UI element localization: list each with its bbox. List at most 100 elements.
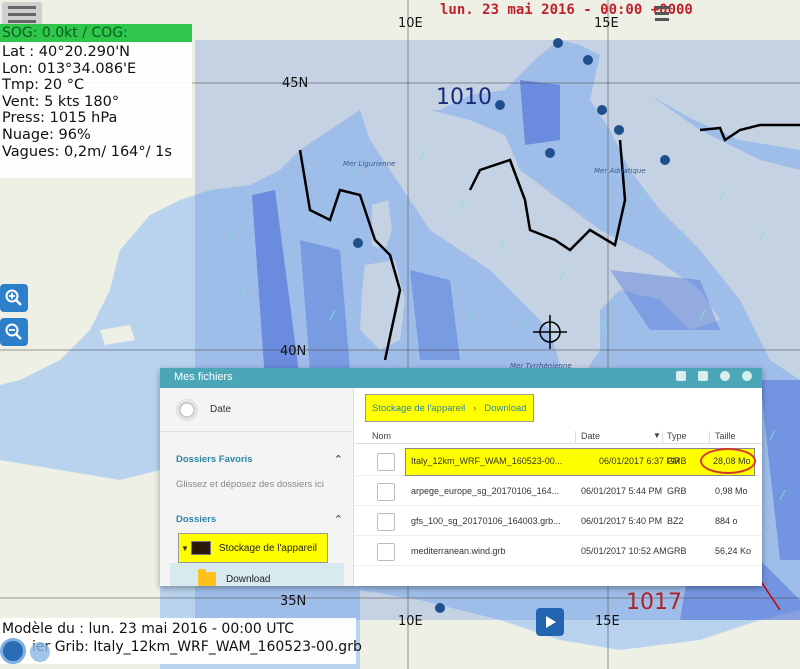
model-info-panel: Modèle du : lun. 23 mai 2016 - 00:00 UTC… bbox=[0, 618, 362, 664]
grib-filename: ier Grib: Italy_12km_WRF_WAM_160523-00.g… bbox=[32, 639, 362, 655]
breadcrumb-current[interactable]: Download bbox=[484, 403, 526, 414]
column-name[interactable]: Nom bbox=[372, 431, 391, 441]
file-name: gfs_100_sg_20170106_164003.grb... bbox=[411, 516, 561, 526]
view-grid-icon[interactable] bbox=[676, 371, 686, 381]
file-size: 884 o bbox=[715, 516, 738, 526]
sort-icon[interactable] bbox=[698, 371, 708, 381]
favorites-title: Dossiers Favoris bbox=[176, 454, 253, 465]
secondary-locate-icon bbox=[30, 642, 50, 662]
file-list-pane: Stockage de l'appareil › Download Nom Da… bbox=[355, 388, 762, 586]
lat-label-40: 40N bbox=[280, 344, 307, 359]
station-marker[interactable] bbox=[495, 100, 505, 110]
station-marker[interactable] bbox=[553, 38, 563, 48]
sidebar-date-label: Date bbox=[210, 404, 232, 415]
sort-down-icon: ▼ bbox=[653, 431, 661, 440]
folders-title: Dossiers bbox=[176, 514, 217, 525]
gps-locate-button[interactable] bbox=[0, 638, 26, 664]
temperature-readout: Tmp: 20 °C bbox=[2, 77, 85, 94]
sog-cog-text: SOG: 0.0kt / COG: bbox=[2, 25, 128, 41]
sea-label: Mer Ligurienne bbox=[343, 160, 396, 168]
station-marker[interactable] bbox=[660, 155, 670, 165]
folders-section[interactable]: Dossiers ⌃ bbox=[160, 513, 353, 526]
file-name: arpege_europe_sg_20170106_164... bbox=[411, 486, 560, 496]
station-marker[interactable] bbox=[545, 148, 555, 158]
station-marker[interactable] bbox=[614, 125, 624, 135]
pressure-label: 1017 bbox=[626, 590, 682, 615]
file-manager-sidebar: Date Dossiers Favoris ⌃ Glissez et dépos… bbox=[160, 388, 354, 586]
search-icon[interactable] bbox=[742, 371, 752, 381]
file-row[interactable]: mediterranean.wind.grb 05/01/2017 10:52 … bbox=[355, 536, 762, 566]
station-marker[interactable] bbox=[583, 55, 593, 65]
settings-icon[interactable] bbox=[720, 371, 730, 381]
lon-label-15-bottom: 15E bbox=[595, 614, 620, 629]
sidebar-item-device-storage[interactable]: ▼ Stockage de l'appareil bbox=[178, 533, 328, 563]
row-checkbox[interactable] bbox=[377, 543, 395, 561]
pressure-readout: Press: 1015 hPa bbox=[2, 110, 118, 127]
station-marker[interactable] bbox=[353, 238, 363, 248]
file-size: 56,24 Ko bbox=[715, 546, 752, 556]
lat-readout: Lat : 40°20.290'N bbox=[2, 44, 131, 60]
zoom-out-icon bbox=[5, 323, 22, 340]
model-date: Modèle du : lun. 23 mai 2016 - 00:00 UTC bbox=[2, 621, 294, 637]
column-type[interactable]: Type bbox=[667, 431, 687, 441]
play-icon bbox=[546, 616, 556, 628]
file-type: BZ2 bbox=[667, 516, 684, 526]
station-marker[interactable] bbox=[435, 603, 445, 613]
row-checkbox[interactable] bbox=[377, 513, 395, 531]
favorites-section[interactable]: Dossiers Favoris ⌃ bbox=[160, 453, 353, 466]
file-date: 05/01/2017 10:52 AM bbox=[581, 546, 667, 556]
waves-readout: Vagues: 0,2m/ 164°/ 1s bbox=[2, 143, 172, 160]
file-row[interactable]: gfs_100_sg_20170106_164003.grb... 06/01/… bbox=[355, 506, 762, 536]
lat-label-45: 45N bbox=[282, 76, 309, 91]
row-checkbox[interactable] bbox=[377, 453, 395, 471]
column-date[interactable]: Date bbox=[581, 431, 600, 441]
row-checkbox[interactable] bbox=[377, 483, 395, 501]
lat-label-35: 35N bbox=[280, 594, 307, 609]
lon-readout: Lon: 013°34.086'E bbox=[2, 60, 137, 77]
storage-drive-icon bbox=[190, 541, 211, 555]
menu-button[interactable] bbox=[2, 2, 42, 26]
pressure-label: 1010 bbox=[436, 85, 492, 110]
position-info-panel: Lat : 40°20.290'N Lon: 013°34.086'E Tmp:… bbox=[0, 42, 192, 178]
cloud-readout: Nuage: 96% bbox=[2, 126, 91, 143]
size-highlight-circle bbox=[700, 448, 756, 474]
breadcrumb-root[interactable]: Stockage de l'appareil bbox=[372, 403, 465, 414]
station-marker[interactable] bbox=[597, 105, 607, 115]
zoom-in-icon bbox=[5, 289, 22, 306]
file-size: 0,98 Mo bbox=[715, 486, 748, 496]
file-date: 06/01/2017 5:40 PM bbox=[581, 516, 663, 526]
zoom-in-button[interactable] bbox=[0, 284, 28, 312]
file-row[interactable]: arpege_europe_sg_20170106_164... 06/01/2… bbox=[355, 476, 762, 506]
folder-icon bbox=[198, 569, 216, 586]
file-row[interactable]: Italy_12km_WRF_WAM_160523-00... 06/01/20… bbox=[355, 446, 762, 476]
file-type: GRB bbox=[667, 486, 687, 496]
lon-label-15-top: 15E bbox=[594, 16, 619, 31]
file-date: 06/01/2017 5:44 PM bbox=[581, 486, 663, 496]
chevron-down-icon: ▼ bbox=[181, 543, 189, 553]
sidebar-item-download[interactable]: Download bbox=[170, 563, 344, 586]
file-manager-dialog[interactable]: Mes fichiers Date Dossiers Favoris ⌃ Gli… bbox=[160, 368, 762, 586]
clock-icon bbox=[176, 398, 198, 421]
wind-readout: Vent: 5 kts 180° bbox=[2, 93, 120, 110]
file-name: Italy_12km_WRF_WAM_160523-00... bbox=[411, 456, 563, 466]
file-list-header: Nom Date ▼ Type Taille bbox=[355, 430, 762, 444]
download-label: Download bbox=[226, 573, 271, 585]
sidebar-item-date[interactable]: Date bbox=[160, 388, 353, 432]
sog-cog-bar: SOG: 0.0kt / COG: bbox=[0, 24, 192, 42]
play-button[interactable] bbox=[536, 608, 564, 636]
file-manager-header: Mes fichiers bbox=[160, 368, 762, 388]
menu-icon bbox=[8, 6, 36, 9]
chevron-up-icon[interactable]: ⌃ bbox=[334, 513, 343, 526]
storage-label: Stockage de l'appareil bbox=[218, 542, 318, 554]
chevron-right-icon: › bbox=[473, 402, 477, 414]
file-name: mediterranean.wind.grb bbox=[411, 546, 506, 556]
file-type: GRB bbox=[667, 546, 687, 556]
zoom-out-button[interactable] bbox=[0, 318, 28, 346]
file-type: GRB bbox=[667, 456, 687, 466]
overflow-menu-icon[interactable] bbox=[655, 6, 669, 22]
column-size[interactable]: Taille bbox=[715, 431, 736, 441]
lon-label-10-top: 10E bbox=[398, 16, 423, 31]
file-manager-title: Mes fichiers bbox=[174, 371, 233, 383]
chevron-up-icon[interactable]: ⌃ bbox=[334, 453, 343, 466]
breadcrumb: Stockage de l'appareil › Download bbox=[365, 394, 534, 422]
